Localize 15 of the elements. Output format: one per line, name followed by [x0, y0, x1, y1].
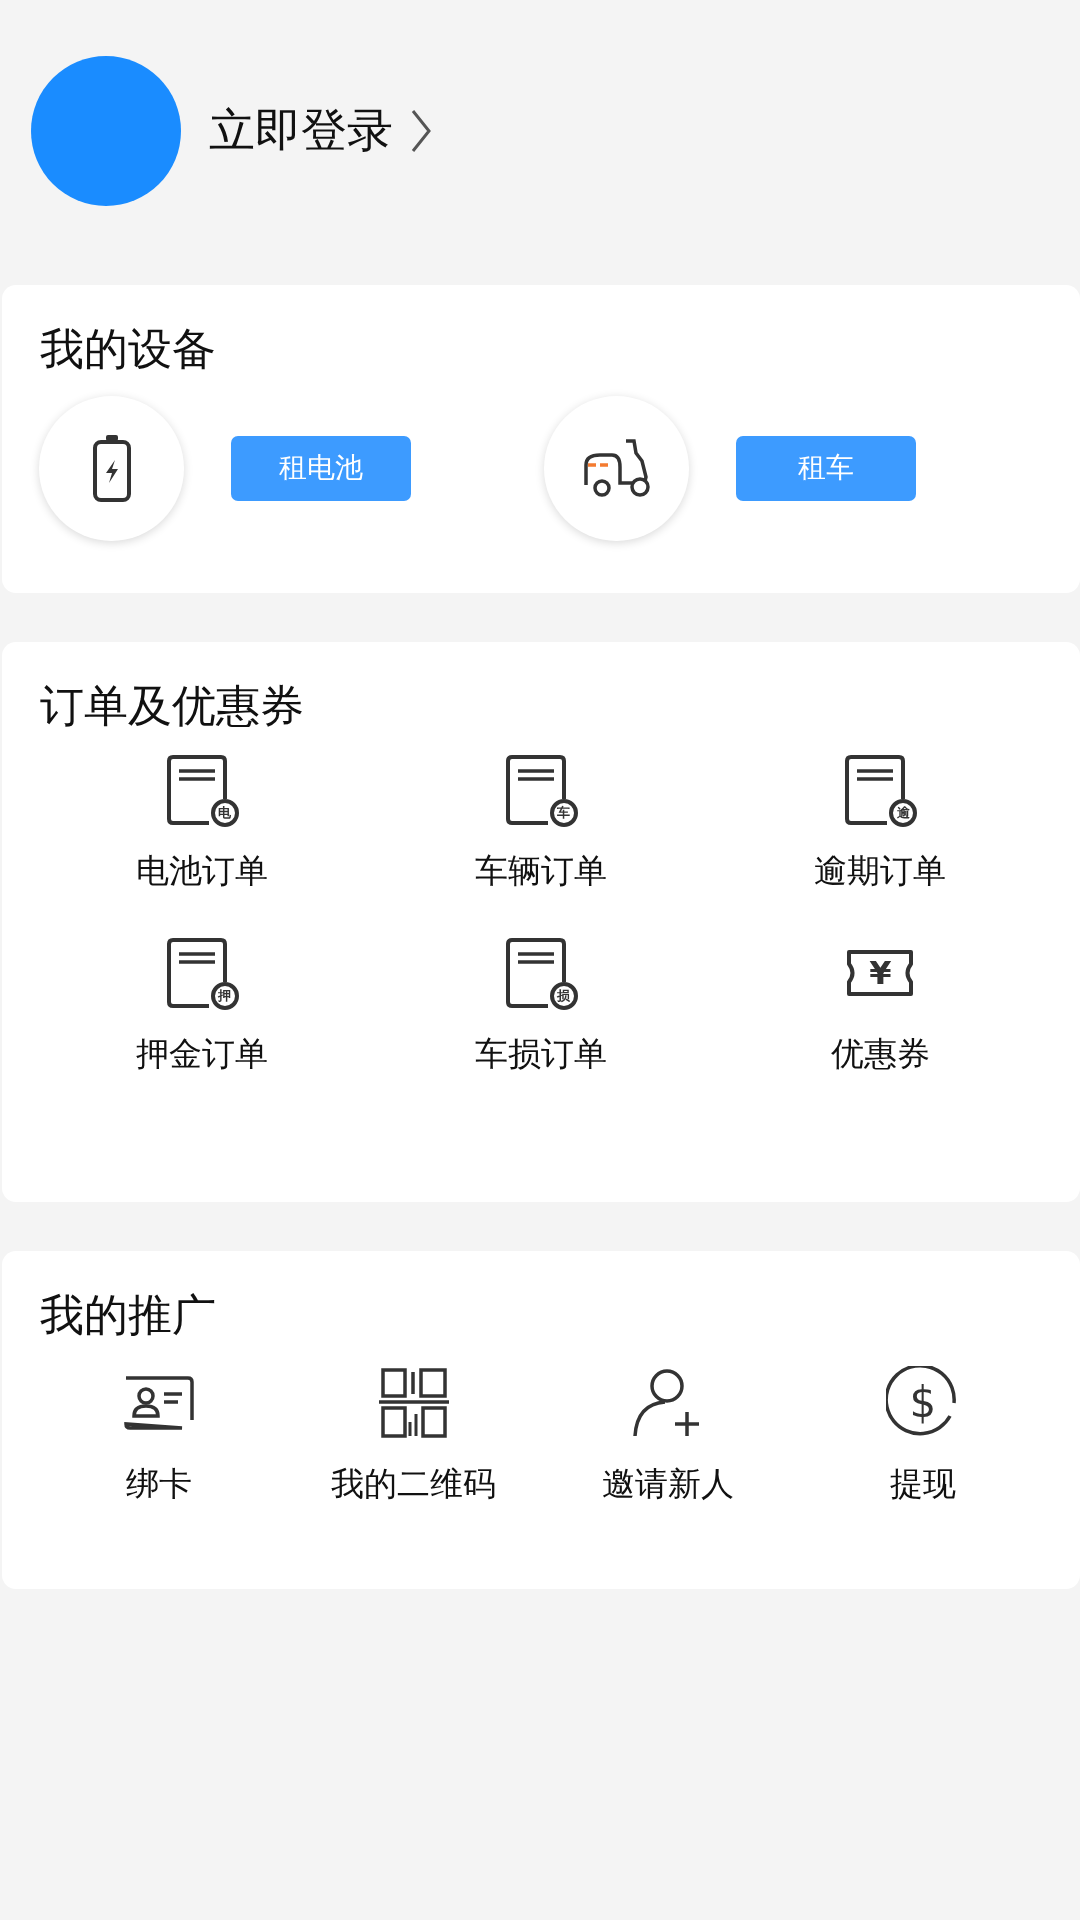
- order-link[interactable]: 押金订单: [135, 1031, 268, 1077]
- promotion-link[interactable]: 我的二维码: [331, 1461, 497, 1507]
- section-title: 我的推广: [39, 1288, 217, 1342]
- order-link[interactable]: 电池订单: [135, 848, 268, 894]
- section-title: 我的设备: [39, 322, 217, 376]
- promotion-link[interactable]: 提现: [889, 1461, 956, 1507]
- section-title: 订单及优惠券: [39, 679, 305, 733]
- order-link[interactable]: 逾期订单: [814, 848, 947, 894]
- promotion-link[interactable]: 邀请新人: [602, 1461, 735, 1507]
- promotion-link[interactable]: 绑卡: [126, 1461, 193, 1507]
- order-link[interactable]: 车损订单: [475, 1031, 607, 1077]
- order-link[interactable]: 优惠券: [830, 1031, 930, 1077]
- login-link[interactable]: 立即登录: [209, 100, 393, 162]
- qr-code-icon[interactable]: [376, 1365, 451, 1440]
- order-link[interactable]: 车辆订单: [475, 848, 607, 894]
